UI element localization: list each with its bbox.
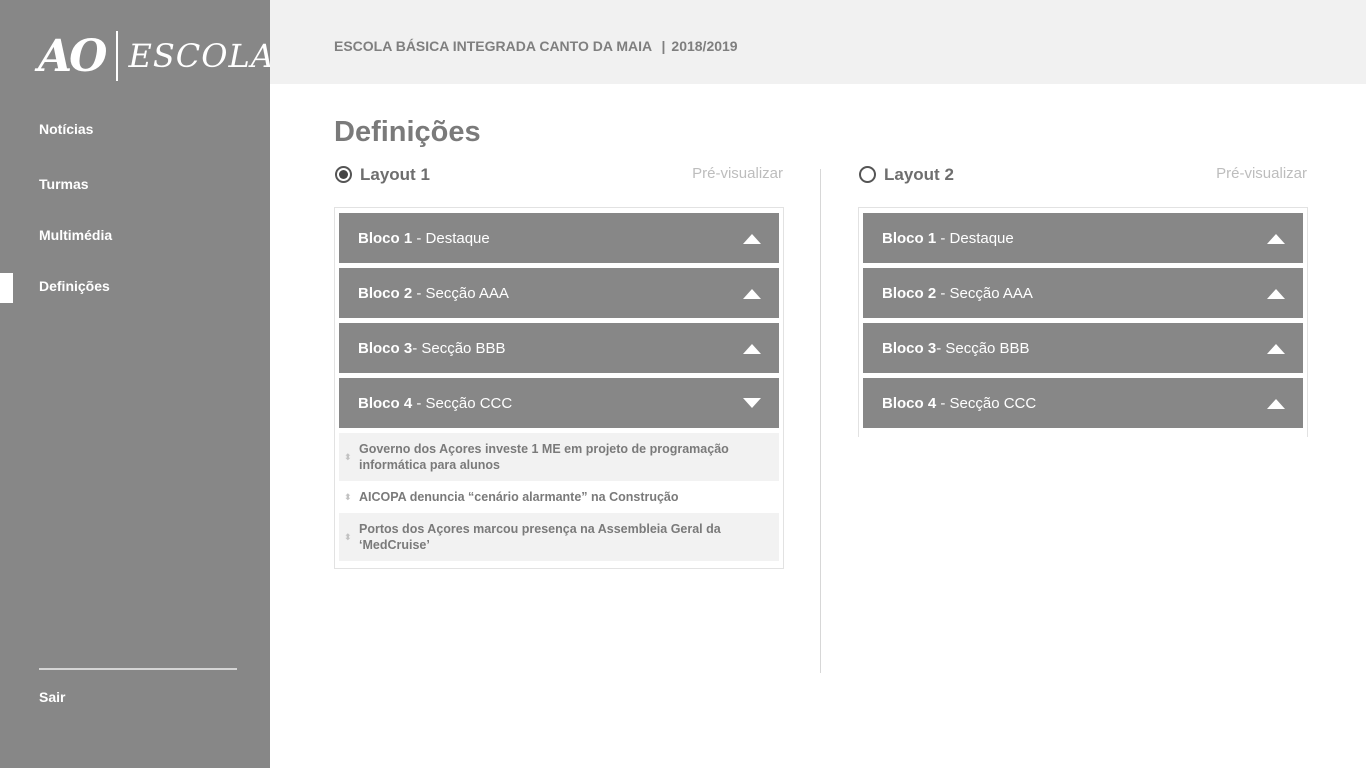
layout-1-column: Layout 1 Pré-visualizar Bloco 1 - Destaq… xyxy=(334,160,784,569)
nav-item-turmas[interactable]: Turmas xyxy=(39,176,89,192)
chevron-up-icon[interactable] xyxy=(1267,289,1285,299)
logo[interactable]: AO ESCOLAS xyxy=(38,30,298,82)
layout-2-radio[interactable] xyxy=(859,166,876,183)
layouts-divider xyxy=(820,169,821,673)
layout-2-preview-link[interactable]: Pré-visualizar xyxy=(1216,165,1307,182)
news-item[interactable]: ⬍ Portos dos Açores marcou presença na A… xyxy=(339,513,779,561)
logo-mark: AO xyxy=(38,30,107,82)
layout-2-block-2[interactable]: Bloco 2 - Secção AAA xyxy=(863,268,1303,318)
page-title: Definições xyxy=(334,116,481,148)
layout-1-block-2[interactable]: Bloco 2 - Secção AAA xyxy=(339,268,779,318)
header-title: ESCOLA BÁSICA INTEGRADA CANTO DA MAIA | 2… xyxy=(334,38,738,54)
nav-active-indicator xyxy=(0,273,13,303)
layout-2-label[interactable]: Layout 2 xyxy=(884,165,954,185)
block-label: Bloco 2 - Secção AAA xyxy=(358,285,509,302)
nav-item-noticias[interactable]: Notícias xyxy=(39,121,93,137)
layout-1-block-4[interactable]: Bloco 4 - Secção CCC xyxy=(339,378,779,428)
layout-2-block-3[interactable]: Bloco 3- Secção BBB xyxy=(863,323,1303,373)
sidebar: AO ESCOLAS Notícias Turmas Multimédia De… xyxy=(0,0,297,768)
drag-handle-icon[interactable]: ⬍ xyxy=(344,533,352,542)
block-label: Bloco 3- Secção BBB xyxy=(882,340,1030,357)
chevron-up-icon[interactable] xyxy=(743,289,761,299)
layout-1-preview-link[interactable]: Pré-visualizar xyxy=(692,165,783,182)
drag-handle-icon[interactable]: ⬍ xyxy=(344,493,352,502)
news-item-title: AICOPA denuncia “cenário alarmante” na C… xyxy=(359,490,679,504)
nav-item-multimedia[interactable]: Multimédia xyxy=(39,227,112,243)
news-item[interactable]: ⬍ AICOPA denuncia “cenário alarmante” na… xyxy=(339,481,779,513)
chevron-up-icon[interactable] xyxy=(1267,344,1285,354)
layout-2-header: Layout 2 Pré-visualizar xyxy=(858,160,1308,188)
layout-1-radio[interactable] xyxy=(335,166,352,183)
block-label: Bloco 3- Secção BBB xyxy=(358,340,506,357)
chevron-up-icon[interactable] xyxy=(743,344,761,354)
news-item[interactable]: ⬍ Governo dos Açores investe 1 ME em pro… xyxy=(339,433,779,481)
block-label: Bloco 2 - Secção AAA xyxy=(882,285,1033,302)
layout-2-block-1[interactable]: Bloco 1 - Destaque xyxy=(863,213,1303,263)
block-label: Bloco 1 - Destaque xyxy=(882,230,1014,247)
layout-2-column: Layout 2 Pré-visualizar Bloco 1 - Destaq… xyxy=(858,160,1308,437)
layout-1-block-3[interactable]: Bloco 3- Secção BBB xyxy=(339,323,779,373)
layout-1-block-1[interactable]: Bloco 1 - Destaque xyxy=(339,213,779,263)
chevron-up-icon[interactable] xyxy=(1267,399,1285,409)
block-label: Bloco 4 - Secção CCC xyxy=(882,395,1037,412)
school-year: 2018/2019 xyxy=(671,38,738,54)
drag-handle-icon[interactable]: ⬍ xyxy=(344,453,352,462)
sidebar-divider xyxy=(39,668,237,670)
block-label: Bloco 1 - Destaque xyxy=(358,230,490,247)
layout-2-block-panel: Bloco 1 - Destaque Bloco 2 - Secção AAA … xyxy=(858,207,1308,437)
news-item-title: Governo dos Açores investe 1 ME em proje… xyxy=(359,442,729,472)
layout-2-block-4[interactable]: Bloco 4 - Secção CCC xyxy=(863,378,1303,428)
layout-1-block-panel: Bloco 1 - Destaque Bloco 2 - Secção AAA … xyxy=(334,207,784,569)
logo-divider xyxy=(116,31,119,81)
news-item-title: Portos dos Açores marcou presença na Ass… xyxy=(359,522,721,552)
chevron-up-icon[interactable] xyxy=(743,234,761,244)
logout-link[interactable]: Sair xyxy=(39,689,65,705)
layout-1-label[interactable]: Layout 1 xyxy=(360,165,430,185)
chevron-up-icon[interactable] xyxy=(1267,234,1285,244)
school-name: ESCOLA BÁSICA INTEGRADA CANTO DA MAIA xyxy=(334,38,652,54)
block-label: Bloco 4 - Secção CCC xyxy=(358,395,513,412)
chevron-down-icon[interactable] xyxy=(743,398,761,408)
layout-1-header: Layout 1 Pré-visualizar xyxy=(334,160,784,188)
nav-item-definicoes[interactable]: Definições xyxy=(39,278,110,294)
header: ESCOLA BÁSICA INTEGRADA CANTO DA MAIA | 2… xyxy=(270,0,1366,84)
header-separator: | xyxy=(661,38,666,54)
